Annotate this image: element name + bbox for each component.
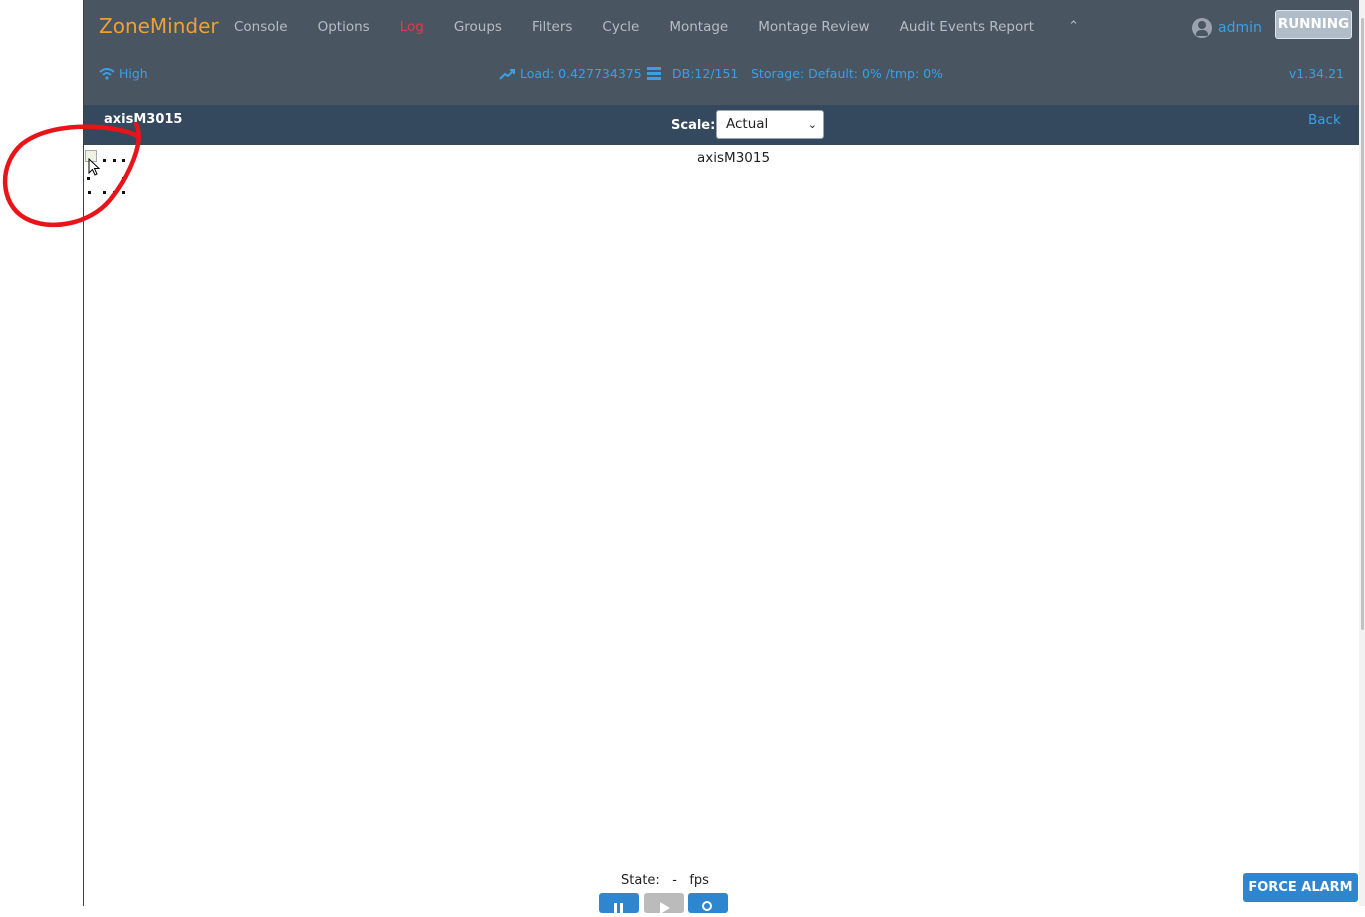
chevron-down-icon: ⌄ [807,118,817,131]
storage-text: Storage: Default: 0% /tmp: 0% [751,66,943,81]
status-bar: High Load: 0.427734375 DB:12/151 Storage… [84,66,1359,86]
run-state-button[interactable]: RUNNING [1275,10,1352,39]
nav-item-log[interactable]: Log [400,19,424,35]
nav-item-filters[interactable]: Filters [532,19,572,35]
zoom-button[interactable] [688,893,728,913]
stream-state: State: - fps [621,873,709,888]
bandwidth-label: High [119,66,148,81]
scrollbar[interactable] [1359,0,1365,906]
scrollbar-thumb[interactable] [1361,18,1364,630]
nav-item-groups[interactable]: Groups [454,19,502,35]
play-icon [660,902,670,914]
db-indicator: DB:12/151 [647,66,738,81]
version-text[interactable]: v1.34.21 [1289,66,1344,81]
nav-item-audit-events-report[interactable]: Audit Events Report [900,19,1034,35]
red-circle-annotation [2,121,141,228]
play-button[interactable] [644,893,684,914]
database-icon [647,67,661,80]
search-icon [702,901,712,911]
wifi-icon [99,67,115,80]
scale-select[interactable]: Actual ⌄ [716,110,824,139]
state-value: - [672,873,677,888]
monitor-header: axisM3015 Scale: Actual ⌄ Back [84,105,1359,145]
force-alarm-button[interactable]: FORCE ALARM [1243,873,1358,902]
back-link[interactable]: Back [1308,112,1341,128]
pause-button[interactable] [599,893,639,913]
state-label: State: [621,873,660,888]
chevron-up-icon[interactable]: ⌃ [1068,19,1079,35]
main-menu: Console Options Log Groups Filters Cycle… [234,19,1079,35]
load-text: Load: 0.427734375 [520,66,642,81]
scale-value: Actual [726,116,769,132]
nav-item-console[interactable]: Console [234,19,288,35]
user-menu[interactable]: admin [1192,18,1262,38]
user-avatar-icon [1192,18,1212,38]
stream-title: axisM3015 [697,150,771,166]
pause-icon [614,903,623,913]
nav-item-montage[interactable]: Montage [669,19,728,35]
load-indicator: Load: 0.427734375 [499,66,642,81]
user-name: admin [1218,20,1262,36]
fps-label: fps [689,873,709,888]
nav-item-options[interactable]: Options [318,19,370,35]
scale-label: Scale: [671,118,716,133]
brand-logo[interactable]: ZoneMinder [99,14,219,38]
trending-up-icon [499,68,515,80]
nav-item-cycle[interactable]: Cycle [602,19,639,35]
db-text: DB:12/151 [672,66,739,81]
bandwidth-selector[interactable]: High [99,66,148,81]
top-navbar: ZoneMinder Console Options Log Groups Fi… [84,0,1359,105]
nav-item-montage-review[interactable]: Montage Review [758,19,869,35]
